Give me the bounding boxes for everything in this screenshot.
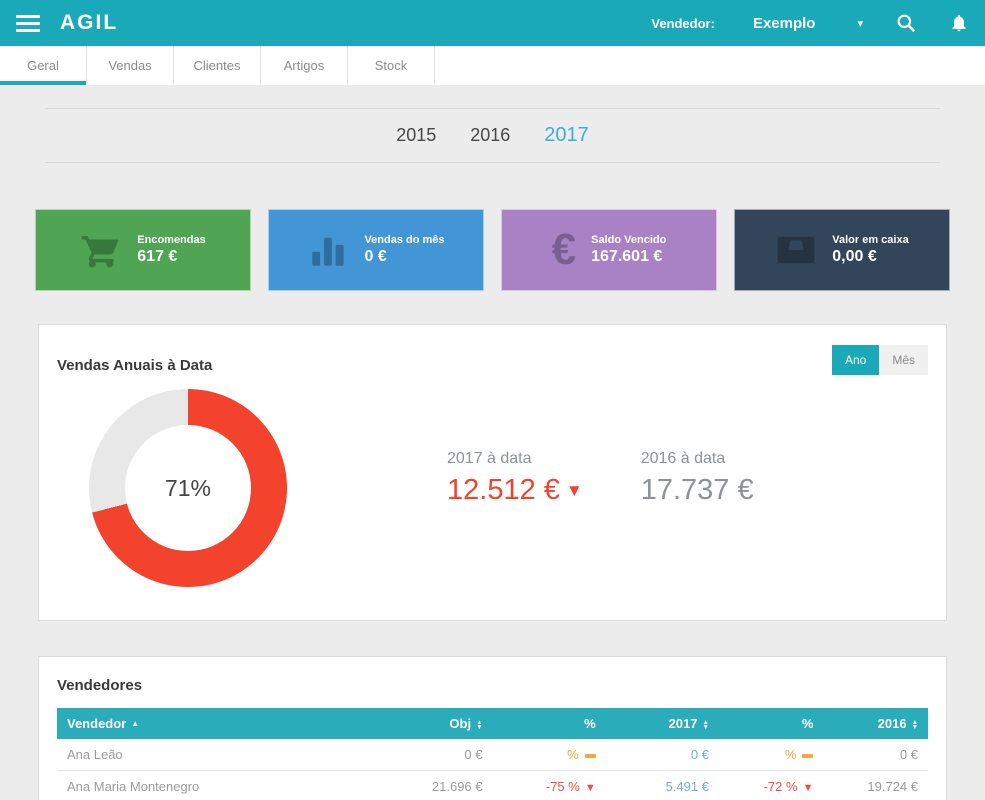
vendors-panel: Vendedores Vendedor ▲ Obj ▲ ▼ % 2017 ▲ ▼ % 20… xyxy=(38,656,947,800)
app-header: AGIL Vendedor: Exemplo ▾ xyxy=(0,0,985,46)
year-2015[interactable]: 2015 xyxy=(396,125,436,146)
card-label: Saldo Vencido xyxy=(591,234,667,246)
cash-drawer-icon xyxy=(775,229,817,271)
vendors-panel-title: Vendedores xyxy=(57,677,143,694)
menu-icon[interactable] xyxy=(16,14,40,32)
donut-percent-label: 71% xyxy=(164,474,212,501)
donut-chart: 71% xyxy=(89,389,287,587)
tab-artigos[interactable]: Artigos xyxy=(261,46,348,85)
vendor-obj: 21.696 € xyxy=(370,770,493,800)
vendor-pct-prev: -72 % ▼ xyxy=(718,770,824,800)
col-2017[interactable]: 2017 ▲ ▼ xyxy=(605,708,719,739)
card-valor-em-caixa[interactable]: Valor em caixa 0,00 € xyxy=(734,209,950,291)
metric-cards-row: Encomendas 617 € Vendas do mês 0 € € Sal… xyxy=(35,209,950,291)
vendor-2016: 0 € xyxy=(823,739,928,771)
current-year-label: 2017 à data xyxy=(447,449,532,467)
trend-down-icon: ▼ xyxy=(584,782,596,794)
col-obj[interactable]: Obj ▲ ▼ xyxy=(370,708,493,739)
table-header-row: Vendedor ▲ Obj ▲ ▼ % 2017 ▲ ▼ % 2016 ▲ ▼ xyxy=(57,708,928,739)
vendor-pct-obj: % xyxy=(492,739,606,771)
euro-icon: € xyxy=(551,225,577,274)
card-label: Valor em caixa xyxy=(832,234,909,246)
tab-geral[interactable]: Geral xyxy=(0,46,87,85)
col-vendedor[interactable]: Vendedor ▲ xyxy=(57,708,371,739)
toggle-mes-button[interactable]: Mês xyxy=(879,345,928,375)
year-2017[interactable]: 2017 xyxy=(544,124,589,147)
card-value: 167.601 € xyxy=(591,248,663,265)
bar-chart-icon xyxy=(307,229,349,271)
col-pct-obj[interactable]: % xyxy=(492,708,606,739)
card-encomendas[interactable]: Encomendas 617 € xyxy=(35,209,251,291)
sort-asc-icon: ▲ xyxy=(131,719,140,728)
tab-stock[interactable]: Stock xyxy=(348,46,435,85)
cart-icon xyxy=(80,229,122,271)
trend-flat-icon xyxy=(584,753,596,758)
vendor-2017: 5.491 € xyxy=(605,770,719,800)
chevron-down-icon[interactable]: ▾ xyxy=(857,17,863,30)
sales-values: 2017 à data 12.512 € ▼ 2016 à data 17.737… xyxy=(447,450,754,507)
vendor-pct-prev: % xyxy=(718,739,824,771)
period-toggle: Ano Mês xyxy=(831,345,928,375)
card-label: Encomendas xyxy=(137,234,206,246)
tab-clientes[interactable]: Clientes xyxy=(174,46,261,85)
vendor-pct-obj: -75 % ▼ xyxy=(492,770,606,800)
year-2016[interactable]: 2016 xyxy=(470,125,510,146)
year-selector: 2015 2016 2017 xyxy=(45,108,940,163)
card-value: 0 € xyxy=(364,248,387,265)
table-row[interactable]: Ana Maria Montenegro 21.696 € -75 % ▼ 5.4… xyxy=(57,770,928,800)
current-year-value: 12.512 € ▼ xyxy=(447,473,583,506)
card-value: 617 € xyxy=(137,248,178,265)
tab-bar: Geral Vendas Clientes Artigos Stock xyxy=(0,46,985,85)
card-value: 0,00 € xyxy=(832,248,877,265)
search-icon[interactable] xyxy=(895,12,917,34)
table-row[interactable]: Ana Leão 0 € % 0 € % 0 € xyxy=(57,739,928,771)
vendor-name: Ana Leão xyxy=(57,739,371,771)
trend-down-icon: ▼ xyxy=(565,480,583,500)
card-label: Vendas do mês xyxy=(364,234,445,246)
trend-down-icon: ▼ xyxy=(802,782,814,794)
sort-both-icon: ▲ ▼ xyxy=(476,718,483,731)
col-2016[interactable]: 2016 ▲ ▼ xyxy=(823,708,928,739)
trend-flat-icon xyxy=(802,753,814,758)
app-logo: AGIL xyxy=(60,11,119,34)
vendor-select[interactable]: Exemplo xyxy=(753,15,816,32)
sort-both-icon: ▲ ▼ xyxy=(702,718,709,731)
toggle-ano-button[interactable]: Ano xyxy=(831,345,880,375)
previous-year-value: 17.737 € xyxy=(640,473,754,506)
bell-icon[interactable] xyxy=(949,12,969,34)
tab-vendas[interactable]: Vendas xyxy=(87,46,174,85)
sort-both-icon: ▲ ▼ xyxy=(911,718,918,731)
annual-sales-panel: Vendas Anuais à Data Ano Mês 71% 2017 à … xyxy=(38,324,947,621)
sales-panel-title: Vendas Anuais à Data xyxy=(57,357,213,374)
vendor-2016: 19.724 € xyxy=(823,770,928,800)
vendor-obj: 0 € xyxy=(370,739,493,771)
card-vendas-do-mes[interactable]: Vendas do mês 0 € xyxy=(268,209,484,291)
vendor-name: Ana Maria Montenegro xyxy=(57,770,371,800)
previous-year-label: 2016 à data xyxy=(640,449,726,467)
vendors-table: Vendedor ▲ Obj ▲ ▼ % 2017 ▲ ▼ % 2016 ▲ ▼ Ana Le… xyxy=(57,708,928,800)
vendor-2017: 0 € xyxy=(605,739,719,771)
card-saldo-vencido[interactable]: € Saldo Vencido 167.601 € xyxy=(501,209,717,291)
col-pct-prev[interactable]: % xyxy=(718,708,824,739)
vendor-label: Vendedor: xyxy=(651,15,715,31)
